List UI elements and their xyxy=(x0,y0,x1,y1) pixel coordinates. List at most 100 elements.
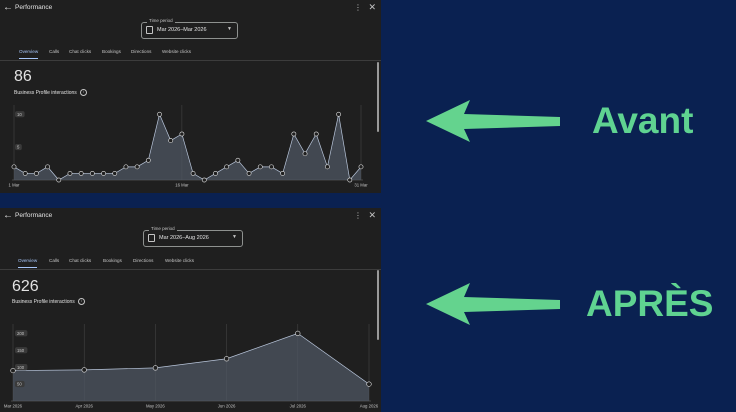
y-tick-label: 10 xyxy=(17,112,22,117)
info-icon[interactable]: i xyxy=(79,89,87,96)
data-point xyxy=(190,171,196,176)
data-point xyxy=(179,131,185,137)
data-point xyxy=(123,164,129,170)
caption-before: Avant xyxy=(592,100,694,141)
arrow-left-icon xyxy=(426,100,560,142)
panel-title: Performance xyxy=(15,4,53,11)
data-point xyxy=(33,171,39,176)
data-point xyxy=(302,151,308,157)
time-period-value: Mar 2026–Mar 2026 xyxy=(157,27,207,33)
data-point xyxy=(246,171,252,176)
data-point xyxy=(291,131,297,137)
back-arrow-icon[interactable]: ← xyxy=(3,2,13,13)
data-point xyxy=(336,111,342,117)
data-point xyxy=(269,164,274,170)
interactions-chart-before: 1051 Mar 16 Mar 31 Mar xyxy=(9,105,368,188)
performance-panel-after: ← Performance ⋮ ✕ Time period Mar 2026–A… xyxy=(0,208,381,412)
data-point xyxy=(10,367,16,374)
data-point xyxy=(295,330,301,336)
x-tick-label: Mar 2026 xyxy=(4,404,23,409)
data-point xyxy=(235,157,241,163)
time-period-value: Mar 2026–Aug 2026 xyxy=(159,235,209,241)
time-period-select[interactable]: Time period Mar 2026–Mar 2026 ▼ xyxy=(141,18,238,39)
data-point xyxy=(358,164,364,170)
data-point xyxy=(78,171,84,176)
panel-header: ← Performance ⋮ ✕ xyxy=(0,0,381,18)
data-point xyxy=(134,164,140,170)
data-point xyxy=(67,171,73,176)
close-icon[interactable]: ✕ xyxy=(368,2,376,13)
tab-chat-clicks[interactable]: Chat clicks xyxy=(69,258,91,263)
tab-overview[interactable]: Overview xyxy=(19,49,39,59)
data-point xyxy=(45,164,50,170)
data-point xyxy=(112,171,118,176)
arrow-left-icon xyxy=(426,283,560,325)
panel-header: ← Performance ⋮ ✕ xyxy=(0,208,381,226)
data-point xyxy=(347,177,353,183)
data-point xyxy=(157,111,162,117)
data-point xyxy=(257,164,263,170)
performance-panel-before: ← Performance ⋮ ✕ Time period Mar 2026–M… xyxy=(0,0,381,193)
panel-title: Performance xyxy=(15,212,53,219)
dropdown-caret-icon: ▼ xyxy=(227,26,232,32)
more-vert-icon[interactable]: ⋮ xyxy=(354,211,362,220)
y-tick-label: 50 xyxy=(17,382,22,387)
calendar-icon xyxy=(148,234,155,242)
data-point xyxy=(201,177,207,183)
total-interactions: 86 xyxy=(14,68,32,85)
calendar-icon xyxy=(146,26,153,34)
total-interactions: 626 xyxy=(12,278,39,295)
tab-website-clicks[interactable]: Website clicks xyxy=(162,49,191,54)
dropdown-caret-icon: ▼ xyxy=(232,234,237,240)
metric-label-text: Business Profile interactions xyxy=(12,298,75,305)
y-tick-label: 100 xyxy=(17,365,25,370)
x-tick-label: Jun 2026 xyxy=(218,404,236,409)
more-vert-icon[interactable]: ⋮ xyxy=(354,3,362,12)
data-point xyxy=(81,367,87,373)
time-period-select[interactable]: Time period Mar 2026–Aug 2026 ▼ xyxy=(143,226,243,247)
metric-label: Business Profile interactions i xyxy=(12,298,85,305)
time-period-label: Time period xyxy=(149,226,177,231)
tab-calls[interactable]: Calls xyxy=(49,49,59,54)
tab-website-clicks[interactable]: Website clicks xyxy=(165,258,194,263)
data-point xyxy=(224,356,230,362)
tab-chat-clicks[interactable]: Chat clicks xyxy=(69,49,91,54)
tab-bookings[interactable]: Bookings xyxy=(103,258,122,263)
tab-bar: Overview Calls Chat clicks Bookings Dire… xyxy=(0,47,381,61)
tab-bookings[interactable]: Bookings xyxy=(102,49,121,54)
x-tick-label: 16 Mar xyxy=(175,183,189,188)
x-tick-label: 1 Mar xyxy=(9,183,21,188)
tab-calls[interactable]: Calls xyxy=(49,258,59,263)
tab-bar: Overview Calls Chat clicks Bookings Dire… xyxy=(0,256,381,270)
data-point xyxy=(366,381,372,387)
metric-label-text: Business Profile interactions xyxy=(14,89,77,96)
info-icon[interactable]: i xyxy=(77,298,85,305)
tab-directions[interactable]: Directions xyxy=(133,258,153,263)
data-point xyxy=(313,131,319,137)
data-point xyxy=(224,164,230,170)
x-tick-label: May 2026 xyxy=(146,404,165,409)
data-point xyxy=(168,138,174,143)
x-tick-label: Jul 2026 xyxy=(290,404,307,409)
data-point xyxy=(11,164,17,170)
data-point xyxy=(89,171,95,176)
y-tick-label: 200 xyxy=(17,331,25,336)
tab-directions[interactable]: Directions xyxy=(131,49,151,54)
close-icon[interactable]: ✕ xyxy=(368,210,376,221)
tab-overview[interactable]: Overview xyxy=(18,258,38,268)
x-tick-label: Aug 2026 xyxy=(360,404,379,409)
data-point xyxy=(280,171,286,176)
data-point xyxy=(325,164,330,170)
back-arrow-icon[interactable]: ← xyxy=(3,210,13,221)
data-point xyxy=(145,157,151,163)
y-tick-label: 150 xyxy=(17,348,25,353)
metric-label: Business Profile interactions i xyxy=(14,89,87,96)
caption-after: APRÈS xyxy=(586,283,714,324)
data-point xyxy=(101,171,106,176)
data-point xyxy=(22,171,28,176)
x-tick-label: 31 Mar xyxy=(354,183,368,188)
time-period-label: Time period xyxy=(147,18,175,23)
interactions-chart-after: 200 150 100 50 Mar 2026 Apr 2026 May 2026 Jun 2… xyxy=(4,324,379,409)
data-point xyxy=(152,365,158,371)
data-point xyxy=(56,177,62,183)
